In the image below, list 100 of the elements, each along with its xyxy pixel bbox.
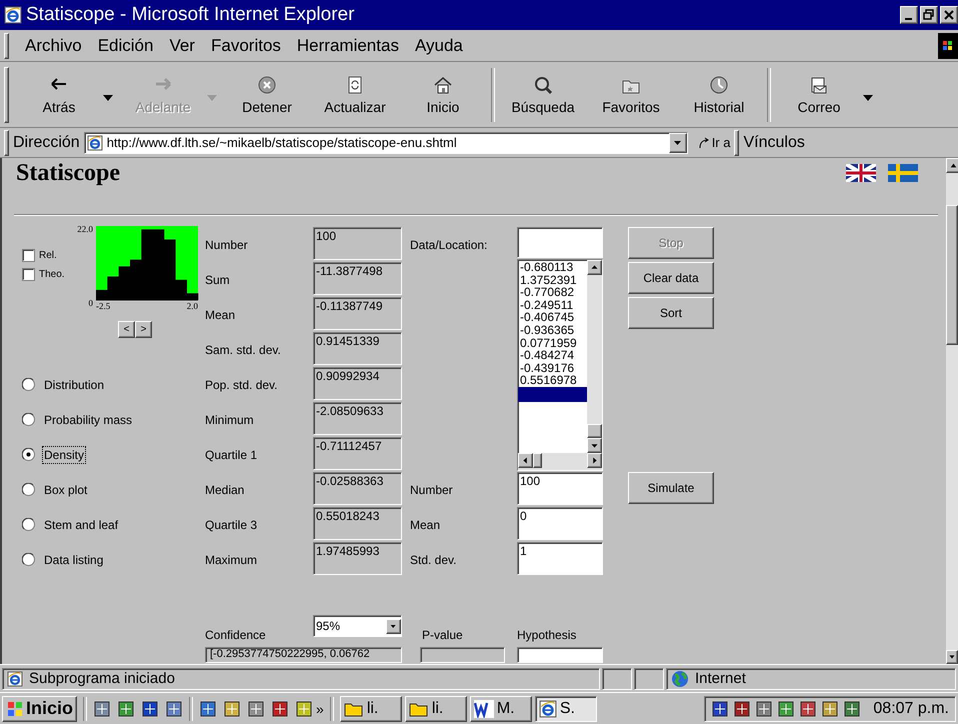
toolbar-button[interactable]: Inicio [399,74,487,114]
quick-launch-icon[interactable] [271,700,290,718]
radio-button[interactable] [22,378,35,391]
list-item[interactable]: -0.484274 [520,349,587,362]
stat-value-field: -0.02588363 [313,472,402,505]
quick-launch-icon[interactable] [223,700,242,718]
toolbar-button[interactable]: Actualizar [311,74,399,114]
menu-item[interactable]: Edición [90,34,162,58]
menu-item[interactable]: Ayuda [406,34,471,58]
radio-button[interactable] [22,448,35,461]
taskbar-button[interactable]: S. [534,696,597,722]
checkbox-label: Rel. [39,250,57,261]
checkbox[interactable] [22,268,35,281]
uk-flag-icon[interactable] [846,164,876,182]
toolbar-grip[interactable] [4,66,9,122]
quick-launch-icon[interactable] [247,700,266,718]
tray-icon[interactable] [733,700,752,718]
menu-item[interactable]: Herramientas [288,34,407,58]
quick-launch-icon[interactable] [93,700,112,718]
tray-icon[interactable] [777,700,796,718]
list-item[interactable]: -0.936365 [520,324,587,337]
scroll-right-icon[interactable] [587,453,602,468]
toolbar-grip[interactable] [734,130,740,156]
toolbar-button[interactable]: Búsqueda [499,74,587,114]
axis-tick-label: 22.0 [77,224,93,234]
radio-button[interactable] [22,518,35,531]
quick-launch-icon[interactable] [295,700,314,718]
taskbar-separator [330,696,334,720]
scroll-down-icon[interactable] [946,650,958,664]
stat-label: Quartile 3 [205,516,258,534]
tray-icon[interactable] [799,700,818,718]
quick-launch-icon[interactable] [199,700,218,718]
simulate-button[interactable]: Simulate [628,472,714,504]
quick-launch-icon[interactable] [165,700,184,718]
list-item[interactable]: -0.770682 [520,286,587,299]
taskbar-button[interactable]: li. [340,696,402,722]
simulation-field[interactable]: 0 [517,507,603,540]
simulation-field[interactable]: 1 [517,542,603,575]
more-button[interactable]: » [316,700,324,716]
scroll-down-icon[interactable] [587,438,602,453]
radio-button[interactable] [22,413,35,426]
scroll-up-icon[interactable] [587,260,602,275]
tray-icon[interactable] [755,700,774,718]
quick-launch-icon[interactable] [141,700,160,718]
scrollbar-thumb[interactable] [587,424,602,438]
tray-icon[interactable] [821,700,840,718]
scroll-left-icon[interactable] [518,453,533,468]
simulation-field[interactable]: 100 [517,472,603,505]
go-button[interactable]: Ir a [698,135,730,150]
toolbar-button[interactable]: Favoritos [587,74,675,114]
applet-button[interactable]: Sort [628,297,714,329]
address-field[interactable]: http://www.df.lth.se/~mikaelb/statiscope/statiscope-enu.shtml [84,132,688,154]
hypothesis-field[interactable] [517,647,603,663]
toolbar-button[interactable]: Detener [223,74,311,114]
ie-logo-icon [538,700,557,718]
links-button[interactable]: Vínculos [743,134,805,152]
taskbar-button[interactable]: M. [470,696,532,722]
list-item[interactable]: 0.0771959 [520,336,587,350]
taskbar-button[interactable]: li. [404,696,467,722]
list-item[interactable]: -0.680113 [520,261,587,274]
list-item[interactable]: -0.439176 [520,362,587,374]
scrollbar-thumb[interactable] [946,205,958,345]
taskbar-separator [189,696,194,720]
toolbar-grip[interactable] [4,32,9,58]
start-button[interactable]: Inicio [2,696,78,722]
stat-value-field: 0.55018243 [313,507,402,540]
quick-launch-icon[interactable] [117,700,136,718]
previous-button[interactable]: < [118,321,135,338]
radio-label: Box plot [43,482,88,498]
axis-tick-label: 0 [88,298,93,308]
applet-button[interactable]: Clear data [628,262,714,294]
status-panel [634,668,664,690]
toolbar-grip[interactable] [4,130,9,156]
checkbox[interactable] [22,249,35,262]
menu-item[interactable]: Favoritos [202,34,289,58]
next-button[interactable]: > [135,321,152,338]
toolbar-button[interactable]: Atrás [15,74,103,114]
list-item[interactable]: -0.249511 [520,298,587,312]
list-item[interactable]: 1.3752391 [520,274,587,286]
toolbar-button[interactable]: Correo [775,74,863,114]
restore-icon[interactable] [920,6,938,24]
p-value-label: P-value [421,627,464,642]
tray-icon[interactable] [843,700,862,718]
selected-row-highlight[interactable] [518,386,587,402]
minimize-icon[interactable] [900,6,918,24]
radio-button[interactable] [22,483,35,496]
list-item[interactable]: 0.5516978 [520,374,587,387]
menu-item[interactable]: Archivo [17,34,90,58]
menu-item[interactable]: Ver [161,34,203,58]
radio-button[interactable] [22,553,35,566]
sweden-flag-icon[interactable] [888,164,918,182]
confidence-dropdown[interactable]: 95% [313,615,402,637]
data-location-field[interactable] [517,227,603,258]
close-icon[interactable] [940,6,958,24]
scrollbar-thumb[interactable] [533,453,542,468]
scroll-up-icon[interactable] [946,158,958,173]
tray-icon[interactable] [711,700,730,718]
list-item[interactable]: -0.406745 [520,311,587,324]
radio-label: Distribution [43,376,106,392]
toolbar-button[interactable]: Historial [675,74,763,114]
